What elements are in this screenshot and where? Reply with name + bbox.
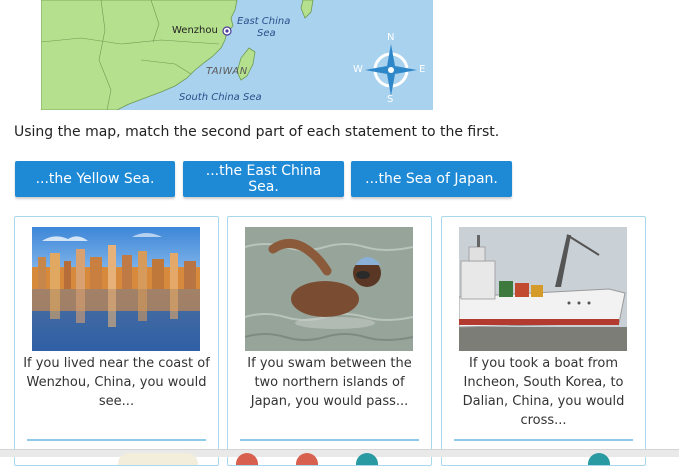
cargo-ship-image (459, 227, 627, 351)
drop-target-line[interactable] (27, 439, 206, 441)
toolbar-dot-icon[interactable] (236, 453, 258, 465)
answer-east-china-sea-button[interactable]: ...the East China Sea. (183, 161, 344, 197)
answer-sea-of-japan-button[interactable]: ...the Sea of Japan. (351, 161, 512, 197)
compass-n: N (387, 32, 395, 43)
toolbar-item[interactable] (118, 453, 198, 465)
swimmer-image (245, 227, 413, 351)
statement-card-japan-islands: If you swam between the two northern isl… (227, 216, 432, 466)
map-sea-label-line2: Sea (257, 28, 276, 39)
toolbar-dot-icon[interactable] (588, 453, 610, 465)
instruction-text: Using the map, match the second part of … (14, 124, 500, 140)
statement-card-incheon-dalian: If you took a boat from Incheon, South K… (441, 216, 646, 466)
map-city-label: Wenzhou (172, 25, 218, 36)
drop-target-line[interactable] (240, 439, 419, 441)
compass-s: S (387, 94, 394, 105)
drop-target-line[interactable] (454, 439, 633, 441)
toolbar-dot-icon[interactable] (356, 453, 378, 465)
map-sea-label-line1: East China (237, 16, 291, 27)
map: Wenzhou East China Sea TAIWAN South Chin… (41, 0, 433, 110)
statement-text: If you swam between the two northern isl… (247, 356, 412, 409)
compass-w: W (353, 64, 363, 75)
statement-card-wenzhou: If you lived near the coast of Wenzhou, … (14, 216, 219, 466)
city-skyline-image (32, 227, 200, 351)
statement-text: If you took a boat from Incheon, South K… (462, 356, 625, 428)
map-south-sea-label: South China Sea (179, 92, 262, 103)
compass-e: E (419, 64, 426, 75)
map-taiwan-label: TAIWAN (206, 66, 248, 77)
statement-text: If you lived near the coast of Wenzhou, … (23, 356, 210, 409)
toolbar-dot-icon[interactable] (296, 453, 318, 465)
answer-yellow-sea-button[interactable]: ...the Yellow Sea. (15, 161, 175, 197)
compass-rose-icon: N S W E (349, 30, 429, 108)
